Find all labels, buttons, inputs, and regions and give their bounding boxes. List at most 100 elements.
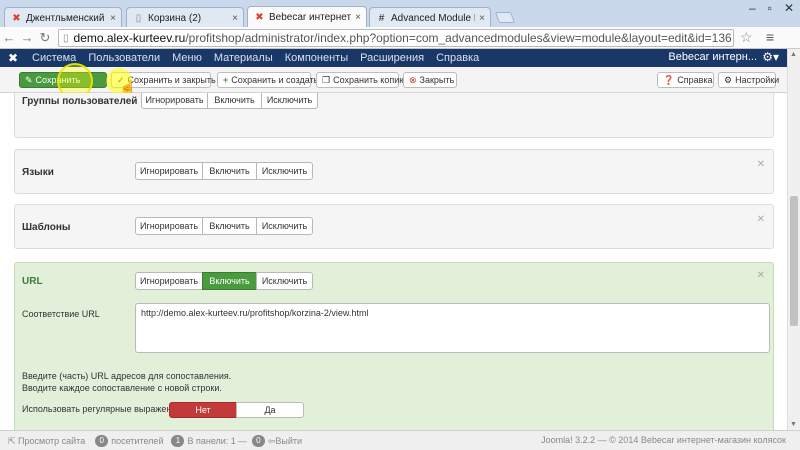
- logout-badge: 0: [251, 435, 265, 447]
- maximize-icon[interactable]: ▫: [768, 1, 772, 15]
- tab-title: Bebecar интернет-магазин: [269, 11, 352, 23]
- browser-tab-3[interactable]: ✖ Bebecar интернет-магазин ×: [247, 6, 367, 27]
- admin-menu: Система Пользователи Меню Материалы Комп…: [26, 52, 485, 64]
- browser-tab-2[interactable]: ▯ Корзина (2) ×: [126, 7, 244, 28]
- gear-icon: ⚙: [724, 74, 733, 85]
- ignore-button[interactable]: Игнорировать: [135, 162, 203, 180]
- save-new-label: Сохранить и создать: [231, 75, 319, 85]
- page-icon: ▯: [63, 32, 69, 44]
- menu-item-content[interactable]: Материалы: [208, 52, 279, 64]
- url-match-label: Соответствие URL: [22, 309, 100, 319]
- url-button-group: Игнорировать Включить Исключить: [135, 272, 313, 290]
- exclude-button[interactable]: Исключить: [256, 217, 313, 235]
- browser-tab-1[interactable]: ✖ Джентльменский набор ×: [4, 7, 122, 28]
- ignore-button[interactable]: Игнорировать: [135, 272, 203, 290]
- regex-yes-button[interactable]: Да: [236, 402, 304, 418]
- admin-navbar: ✖ Система Пользователи Меню Материалы Ко…: [0, 49, 787, 67]
- close-icon[interactable]: ×: [355, 12, 361, 23]
- exclude-button[interactable]: Исключить: [256, 162, 313, 180]
- close-icon[interactable]: ✕: [757, 159, 765, 170]
- close-window-icon[interactable]: ✕: [784, 1, 794, 15]
- include-button[interactable]: Включить: [202, 162, 257, 180]
- usergroups-button-group: Игнорировать Включить Исключить: [141, 93, 318, 109]
- back-icon[interactable]: ←: [0, 30, 18, 45]
- bookmark-star-icon[interactable]: ☆: [740, 29, 753, 46]
- scroll-up-icon[interactable]: ▲: [790, 51, 797, 58]
- options-button[interactable]: ⚙ Настройки: [718, 72, 780, 88]
- panel-badge: 1: [171, 435, 185, 447]
- hash-icon: #: [378, 12, 385, 24]
- panel-label: Группы пользователей: [22, 96, 138, 107]
- logout-link[interactable]: Выйти: [275, 436, 302, 446]
- vertical-scrollbar[interactable]: ▲ ▼: [787, 49, 800, 430]
- logout-icon: ⇦: [267, 435, 276, 446]
- url-input[interactable]: ▯ demo.alex-kurteev.ru /profitshop/admin…: [58, 29, 734, 47]
- site-name-link[interactable]: Bebecar интерн...: [668, 51, 757, 63]
- close-button[interactable]: ⊗ Закрыть: [403, 72, 457, 88]
- menu-item-menus[interactable]: Меню: [166, 52, 208, 64]
- ignore-button[interactable]: Игнорировать: [135, 217, 203, 235]
- window-controls: – ▫ ✕: [749, 0, 794, 16]
- url-help-text: Введите (часть) URL адресов для сопостав…: [22, 370, 231, 394]
- address-bar: ← → ↻ ▯ demo.alex-kurteev.ru /profitshop…: [0, 27, 800, 49]
- preview-site-link[interactable]: Просмотр сайта: [18, 436, 85, 446]
- screen: { "browser": { "tabs": [ {"title": "Джен…: [0, 0, 800, 450]
- tab-title: Advanced Module Manag: [391, 12, 475, 24]
- ignore-button[interactable]: Игнорировать: [141, 93, 208, 109]
- close-icon[interactable]: ×: [110, 13, 116, 24]
- panel-label: Языки: [22, 167, 54, 178]
- panel-templates: Шаблоны ✕ Игнорировать Включить Исключит…: [14, 204, 774, 249]
- tab-title: Джентльменский набор: [26, 12, 106, 24]
- help-line: Введите (часть) URL адресов для сопостав…: [22, 371, 232, 381]
- url-domain: demo.alex-kurteev.ru: [73, 31, 186, 45]
- panel-label: В панели: 1: [187, 436, 236, 446]
- url-path: /profitshop/administrator/index.php?opti…: [185, 31, 732, 45]
- save-close-label: Сохранить и закрыть: [127, 75, 216, 85]
- joomla-logo-icon[interactable]: ✖: [0, 51, 26, 65]
- copy-icon: ❐: [322, 74, 331, 85]
- help-label: Справка: [677, 75, 713, 85]
- menu-item-users[interactable]: Пользователи: [82, 52, 166, 64]
- panel-label: URL: [22, 276, 43, 287]
- visitors-badge: 0: [95, 435, 109, 447]
- close-icon[interactable]: ×: [479, 13, 485, 24]
- reload-icon[interactable]: ↻: [36, 30, 54, 46]
- admin-status-bar: ⇱ Просмотр сайта 0 посетителей 1 В панел…: [0, 430, 800, 450]
- scrollbar-thumb[interactable]: [790, 196, 798, 326]
- options-label: Настройки: [735, 75, 780, 85]
- browser-tab-4[interactable]: # Advanced Module Manag ×: [369, 7, 491, 28]
- minimize-icon[interactable]: –: [749, 1, 756, 15]
- menu-item-help[interactable]: Справка: [430, 52, 485, 64]
- external-link-icon: ⇱: [8, 435, 19, 446]
- include-button[interactable]: Включить: [202, 217, 257, 235]
- include-button[interactable]: Включить: [202, 272, 257, 290]
- close-circle-icon: ⊗: [409, 74, 417, 85]
- menu-item-components[interactable]: Компоненты: [279, 52, 354, 64]
- module-assignment-content: Группы пользователей Игнорировать Включи…: [0, 93, 787, 430]
- url-match-textarea[interactable]: http://demo.alex-kurteev.ru/profitshop/k…: [135, 303, 770, 353]
- menu-item-extensions[interactable]: Расширения: [354, 52, 430, 64]
- regex-no-button[interactable]: Нет: [169, 402, 237, 418]
- gear-icon[interactable]: ⚙▾: [762, 50, 779, 64]
- exclude-button[interactable]: Исключить: [261, 93, 318, 109]
- include-button[interactable]: Включить: [207, 93, 262, 109]
- close-icon[interactable]: ✕: [757, 214, 765, 225]
- status-left: ⇱ Просмотр сайта 0 посетителей 1 В панел…: [8, 435, 303, 447]
- joomla-icon: ✖: [255, 11, 264, 23]
- plus-icon: +: [223, 75, 229, 85]
- save-new-button[interactable]: + Сохранить и создать: [217, 72, 318, 88]
- new-tab-button[interactable]: [494, 12, 516, 23]
- forward-icon[interactable]: →: [18, 30, 36, 45]
- help-button[interactable]: ❓ Справка: [657, 72, 714, 88]
- question-icon: ❓: [663, 74, 675, 85]
- panel-label: Шаблоны: [22, 222, 71, 233]
- close-icon[interactable]: ✕: [757, 270, 765, 281]
- close-label: Закрыть: [419, 75, 455, 85]
- scroll-down-icon[interactable]: ▼: [790, 421, 797, 428]
- save-copy-button[interactable]: ❐ Сохранить копию: [316, 72, 406, 88]
- joomla-icon: ✖: [12, 12, 21, 24]
- panel-url: URL ✕ Игнорировать Включить Исключить Со…: [14, 262, 774, 430]
- exclude-button[interactable]: Исключить: [256, 272, 313, 290]
- close-icon[interactable]: ×: [232, 13, 238, 24]
- browser-menu-icon[interactable]: ≡: [766, 29, 774, 45]
